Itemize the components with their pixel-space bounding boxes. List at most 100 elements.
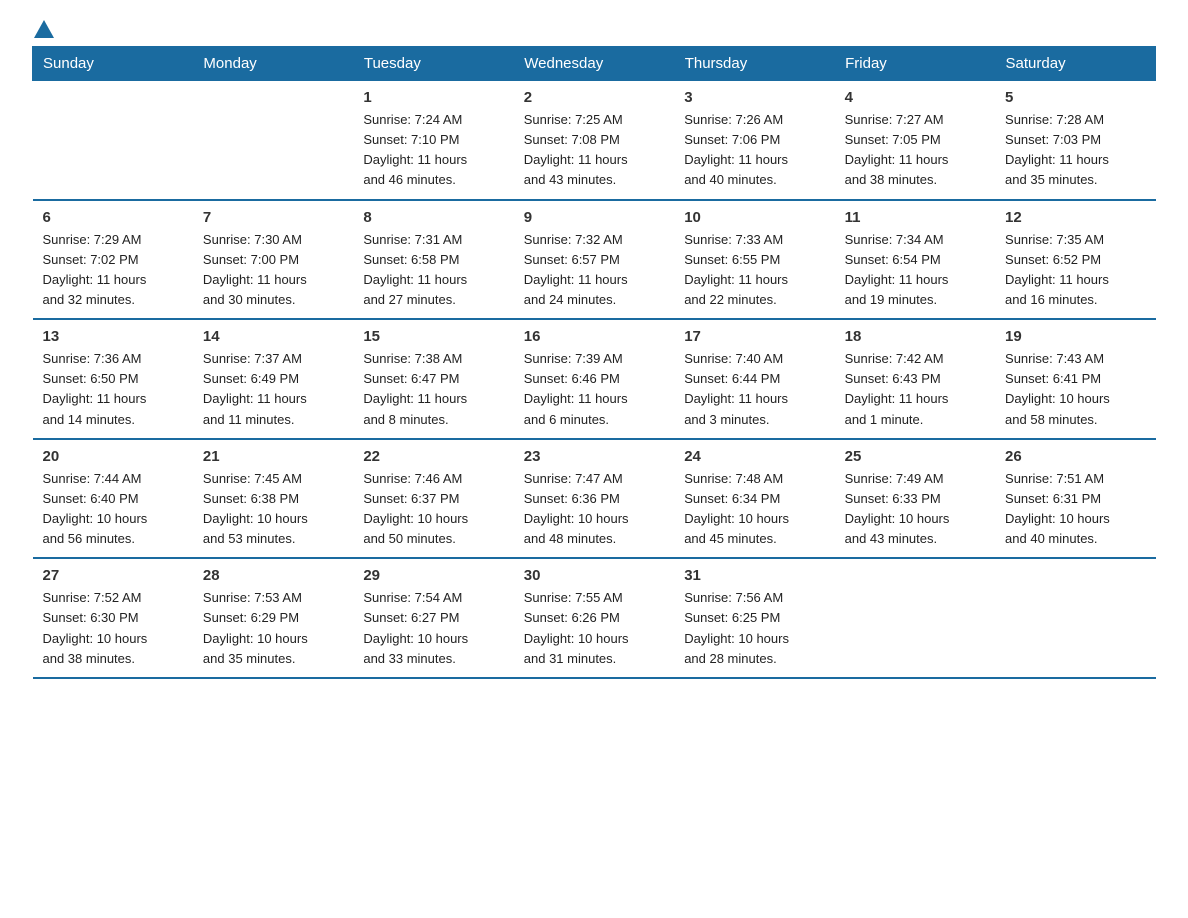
day-number: 4 — [845, 89, 985, 106]
day-number: 20 — [43, 448, 183, 465]
day-detail: Sunrise: 7:28 AM Sunset: 7:03 PM Dayligh… — [1005, 110, 1145, 191]
day-detail: Sunrise: 7:55 AM Sunset: 6:26 PM Dayligh… — [524, 588, 664, 669]
day-detail: Sunrise: 7:27 AM Sunset: 7:05 PM Dayligh… — [845, 110, 985, 191]
day-detail: Sunrise: 7:24 AM Sunset: 7:10 PM Dayligh… — [363, 110, 503, 191]
calendar-week-row: 27 Sunrise: 7:52 AM Sunset: 6:30 PM Dayli… — [33, 558, 1156, 678]
day-detail: Sunrise: 7:51 AM Sunset: 6:31 PM Dayligh… — [1005, 469, 1145, 550]
calendar-cell: 16 Sunrise: 7:39 AM Sunset: 6:46 PM Dayli… — [514, 319, 674, 439]
day-detail: Sunrise: 7:49 AM Sunset: 6:33 PM Dayligh… — [845, 469, 985, 550]
calendar-cell — [995, 558, 1155, 678]
day-header-tuesday: Tuesday — [353, 47, 513, 81]
calendar-week-row: 13 Sunrise: 7:36 AM Sunset: 6:50 PM Dayli… — [33, 319, 1156, 439]
day-number: 1 — [363, 89, 503, 106]
day-detail: Sunrise: 7:35 AM Sunset: 6:52 PM Dayligh… — [1005, 230, 1145, 311]
day-header-thursday: Thursday — [674, 47, 834, 81]
day-detail: Sunrise: 7:32 AM Sunset: 6:57 PM Dayligh… — [524, 230, 664, 311]
day-detail: Sunrise: 7:36 AM Sunset: 6:50 PM Dayligh… — [43, 349, 183, 430]
day-number: 2 — [524, 89, 664, 106]
calendar-cell — [835, 558, 995, 678]
day-detail: Sunrise: 7:56 AM Sunset: 6:25 PM Dayligh… — [684, 588, 824, 669]
calendar-cell: 11 Sunrise: 7:34 AM Sunset: 6:54 PM Dayli… — [835, 200, 995, 320]
day-detail: Sunrise: 7:53 AM Sunset: 6:29 PM Dayligh… — [203, 588, 343, 669]
day-detail: Sunrise: 7:48 AM Sunset: 6:34 PM Dayligh… — [684, 469, 824, 550]
calendar-table: SundayMondayTuesdayWednesdayThursdayFrid… — [32, 46, 1156, 679]
calendar-week-row: 6Sunrise: 7:29 AM Sunset: 7:02 PM Daylig… — [33, 200, 1156, 320]
calendar-cell: 20Sunrise: 7:44 AM Sunset: 6:40 PM Dayli… — [33, 439, 193, 559]
day-detail: Sunrise: 7:33 AM Sunset: 6:55 PM Dayligh… — [684, 230, 824, 311]
calendar-cell: 24 Sunrise: 7:48 AM Sunset: 6:34 PM Dayli… — [674, 439, 834, 559]
calendar-cell: 18 Sunrise: 7:42 AM Sunset: 6:43 PM Dayli… — [835, 319, 995, 439]
day-number: 14 — [203, 328, 343, 345]
day-number: 11 — [845, 209, 985, 226]
day-detail: Sunrise: 7:31 AM Sunset: 6:58 PM Dayligh… — [363, 230, 503, 311]
day-number: 21 — [203, 448, 343, 465]
calendar-week-row: 1 Sunrise: 7:24 AM Sunset: 7:10 PM Daylig… — [33, 81, 1156, 200]
day-number: 12 — [1005, 209, 1145, 226]
day-detail: Sunrise: 7:54 AM Sunset: 6:27 PM Dayligh… — [363, 588, 503, 669]
day-number: 28 — [203, 567, 343, 584]
calendar-cell: 7Sunrise: 7:30 AM Sunset: 7:00 PM Daylig… — [193, 200, 353, 320]
page-header — [32, 24, 1156, 36]
day-detail: Sunrise: 7:39 AM Sunset: 6:46 PM Dayligh… — [524, 349, 664, 430]
calendar-cell: 29 Sunrise: 7:54 AM Sunset: 6:27 PM Dayli… — [353, 558, 513, 678]
day-detail: Sunrise: 7:42 AM Sunset: 6:43 PM Dayligh… — [845, 349, 985, 430]
day-number: 17 — [684, 328, 824, 345]
day-number: 31 — [684, 567, 824, 584]
day-detail: Sunrise: 7:26 AM Sunset: 7:06 PM Dayligh… — [684, 110, 824, 191]
calendar-cell: 15 Sunrise: 7:38 AM Sunset: 6:47 PM Dayli… — [353, 319, 513, 439]
day-number: 24 — [684, 448, 824, 465]
calendar-cell: 25 Sunrise: 7:49 AM Sunset: 6:33 PM Dayli… — [835, 439, 995, 559]
day-number: 16 — [524, 328, 664, 345]
day-number: 29 — [363, 567, 503, 584]
day-number: 25 — [845, 448, 985, 465]
day-number: 18 — [845, 328, 985, 345]
logo-triangle-icon — [34, 20, 54, 38]
calendar-cell: 2 Sunrise: 7:25 AM Sunset: 7:08 PM Daylig… — [514, 81, 674, 200]
calendar-cell: 3 Sunrise: 7:26 AM Sunset: 7:06 PM Daylig… — [674, 81, 834, 200]
day-detail: Sunrise: 7:38 AM Sunset: 6:47 PM Dayligh… — [363, 349, 503, 430]
day-detail: Sunrise: 7:47 AM Sunset: 6:36 PM Dayligh… — [524, 469, 664, 550]
calendar-cell — [33, 81, 193, 200]
calendar-cell: 30 Sunrise: 7:55 AM Sunset: 6:26 PM Dayli… — [514, 558, 674, 678]
day-detail: Sunrise: 7:45 AM Sunset: 6:38 PM Dayligh… — [203, 469, 343, 550]
day-number: 8 — [363, 209, 503, 226]
day-number: 6 — [43, 209, 183, 226]
day-detail: Sunrise: 7:46 AM Sunset: 6:37 PM Dayligh… — [363, 469, 503, 550]
day-header-friday: Friday — [835, 47, 995, 81]
calendar-cell — [193, 81, 353, 200]
calendar-header-row: SundayMondayTuesdayWednesdayThursdayFrid… — [33, 47, 1156, 81]
day-number: 10 — [684, 209, 824, 226]
calendar-cell: 1 Sunrise: 7:24 AM Sunset: 7:10 PM Daylig… — [353, 81, 513, 200]
calendar-cell: 4 Sunrise: 7:27 AM Sunset: 7:05 PM Daylig… — [835, 81, 995, 200]
calendar-cell: 28 Sunrise: 7:53 AM Sunset: 6:29 PM Dayli… — [193, 558, 353, 678]
day-detail: Sunrise: 7:34 AM Sunset: 6:54 PM Dayligh… — [845, 230, 985, 311]
day-number: 15 — [363, 328, 503, 345]
calendar-cell: 27 Sunrise: 7:52 AM Sunset: 6:30 PM Dayli… — [33, 558, 193, 678]
calendar-cell: 26 Sunrise: 7:51 AM Sunset: 6:31 PM Dayli… — [995, 439, 1155, 559]
day-number: 3 — [684, 89, 824, 106]
calendar-cell: 12 Sunrise: 7:35 AM Sunset: 6:52 PM Dayli… — [995, 200, 1155, 320]
calendar-cell: 23 Sunrise: 7:47 AM Sunset: 6:36 PM Dayli… — [514, 439, 674, 559]
logo — [32, 24, 54, 36]
calendar-cell: 17 Sunrise: 7:40 AM Sunset: 6:44 PM Dayli… — [674, 319, 834, 439]
day-detail: Sunrise: 7:40 AM Sunset: 6:44 PM Dayligh… — [684, 349, 824, 430]
day-detail: Sunrise: 7:25 AM Sunset: 7:08 PM Dayligh… — [524, 110, 664, 191]
day-number: 19 — [1005, 328, 1145, 345]
calendar-cell: 9Sunrise: 7:32 AM Sunset: 6:57 PM Daylig… — [514, 200, 674, 320]
day-number: 27 — [43, 567, 183, 584]
calendar-cell: 22 Sunrise: 7:46 AM Sunset: 6:37 PM Dayli… — [353, 439, 513, 559]
calendar-cell: 5 Sunrise: 7:28 AM Sunset: 7:03 PM Daylig… — [995, 81, 1155, 200]
day-detail: Sunrise: 7:52 AM Sunset: 6:30 PM Dayligh… — [43, 588, 183, 669]
day-number: 23 — [524, 448, 664, 465]
day-number: 22 — [363, 448, 503, 465]
calendar-cell: 10 Sunrise: 7:33 AM Sunset: 6:55 PM Dayli… — [674, 200, 834, 320]
day-number: 30 — [524, 567, 664, 584]
day-header-saturday: Saturday — [995, 47, 1155, 81]
day-detail: Sunrise: 7:37 AM Sunset: 6:49 PM Dayligh… — [203, 349, 343, 430]
day-number: 5 — [1005, 89, 1145, 106]
calendar-cell: 14 Sunrise: 7:37 AM Sunset: 6:49 PM Dayli… — [193, 319, 353, 439]
day-number: 26 — [1005, 448, 1145, 465]
day-number: 13 — [43, 328, 183, 345]
day-detail: Sunrise: 7:30 AM Sunset: 7:00 PM Dayligh… — [203, 230, 343, 311]
calendar-cell: 19Sunrise: 7:43 AM Sunset: 6:41 PM Dayli… — [995, 319, 1155, 439]
